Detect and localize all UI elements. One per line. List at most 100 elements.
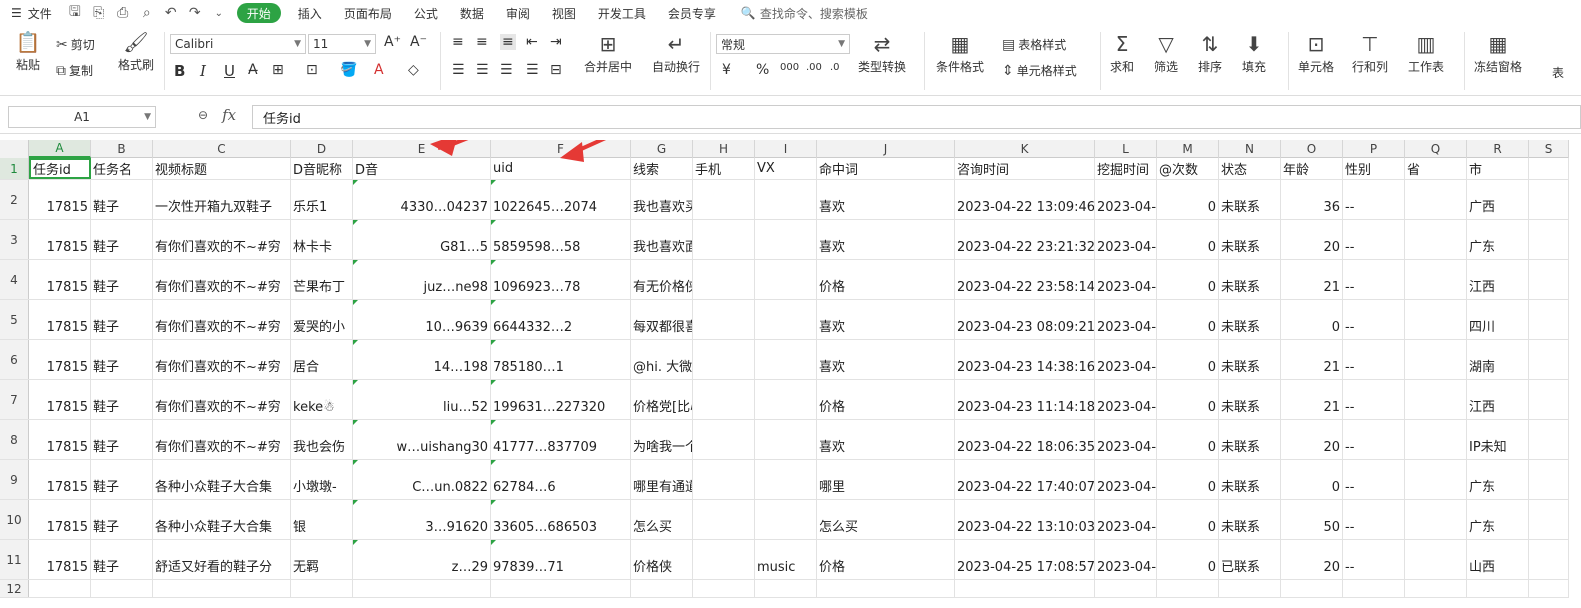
table-cell[interactable] [1405, 540, 1467, 579]
table-cell[interactable]: music [755, 540, 817, 579]
table-cell[interactable]: 17815 [29, 540, 91, 579]
table-cell[interactable]: 未联系 [1219, 220, 1281, 259]
table-cell[interactable] [1405, 300, 1467, 339]
merge-center-button[interactable]: ⊞ 合并居中 [584, 34, 632, 75]
table-cell[interactable]: juz…ne98 [353, 260, 491, 299]
table-cell[interactable]: 一次性开箱九双鞋子 [153, 180, 291, 219]
table-cell[interactable]: 2023-04-23 08:09:21 [955, 300, 1095, 339]
table-cell[interactable] [1529, 460, 1569, 499]
row-header[interactable]: 10 [0, 500, 29, 539]
table-cell[interactable] [693, 300, 755, 339]
table-cell[interactable] [1529, 580, 1569, 597]
header-cell[interactable]: 手机 [693, 158, 755, 179]
table-cell[interactable] [693, 500, 755, 539]
paste-button[interactable]: 📋 粘贴 [10, 32, 46, 73]
table-cell[interactable]: 41777…837709 [491, 420, 631, 459]
more-dropdown-icon[interactable]: ⌄ [207, 0, 231, 26]
table-cell[interactable]: 鞋子 [91, 220, 153, 259]
table-cell[interactable]: 广西 [1467, 180, 1529, 219]
redo-icon[interactable]: ↷ [183, 0, 207, 26]
header-cell[interactable]: 命中词 [817, 158, 955, 179]
table-cell[interactable] [1529, 260, 1569, 299]
table-cell[interactable]: 17815 [29, 220, 91, 259]
table-cell[interactable]: z…29 [353, 540, 491, 579]
table-cell[interactable] [755, 500, 817, 539]
table-cell[interactable]: 4330…04237 [353, 180, 491, 219]
column-header-E[interactable]: E [353, 140, 491, 158]
table-cell[interactable] [693, 460, 755, 499]
table-cell[interactable]: 有你们喜欢的不~#穷 [153, 260, 291, 299]
filter-button[interactable]: ▽ 筛选 [1154, 34, 1178, 75]
table-cell[interactable]: 价格 [817, 540, 955, 579]
table-cell[interactable]: 未联系 [1219, 420, 1281, 459]
table-cell[interactable]: 鞋子 [91, 380, 153, 419]
table-cell[interactable]: 芒果布丁 [291, 260, 353, 299]
table-cell[interactable]: 爱哭的小 [291, 300, 353, 339]
cell-button[interactable]: ⊡ 单元格 [1298, 34, 1334, 75]
table-cell[interactable]: 哪里有通道 [631, 460, 693, 499]
header-cell[interactable]: 咨询时间 [955, 158, 1095, 179]
select-all-corner[interactable] [0, 140, 29, 158]
table-cell[interactable]: 有无价格侠[猪头] [631, 260, 693, 299]
table-cell[interactable]: 怎么买 [817, 500, 955, 539]
table-cell[interactable] [693, 380, 755, 419]
table-cell[interactable] [153, 580, 291, 597]
table-cell[interactable] [755, 580, 817, 597]
table-cell[interactable]: 33605…686503 [491, 500, 631, 539]
align-center-icon[interactable]: ☰ [476, 62, 489, 78]
table-cell[interactable]: 价格党[比心] [631, 380, 693, 419]
header-cell[interactable]: uid [491, 158, 631, 179]
table-cell[interactable]: liu…52 [353, 380, 491, 419]
table-cell[interactable]: 0 [1157, 460, 1219, 499]
table-cell[interactable] [491, 580, 631, 597]
table-cell[interactable] [1529, 500, 1569, 539]
align-middle-icon[interactable]: ≡ [476, 34, 488, 50]
tab-4[interactable]: 数据 [449, 0, 495, 26]
font-name-select[interactable]: Calibri ▼ [170, 34, 306, 54]
table-cell[interactable]: -- [1343, 420, 1405, 459]
table-cell[interactable]: 喜欢 [817, 300, 955, 339]
table-cell[interactable] [1467, 580, 1529, 597]
percent-icon[interactable]: % [756, 62, 769, 78]
row-header[interactable]: 7 [0, 380, 29, 419]
table-cell[interactable]: 四川 [1467, 300, 1529, 339]
table-cell[interactable] [817, 580, 955, 597]
row-header[interactable]: 9 [0, 460, 29, 499]
tab-1[interactable]: 插入 [287, 0, 333, 26]
freeze-button[interactable]: ▦ 冻结窗格 [1474, 34, 1522, 75]
font-size-select[interactable]: 11 ▼ [308, 34, 376, 54]
row-header[interactable]: 3 [0, 220, 29, 259]
table-cell[interactable]: 鞋子 [91, 540, 153, 579]
italic-icon[interactable]: I [200, 62, 206, 80]
table-cell[interactable]: 0 [1157, 300, 1219, 339]
table-cell[interactable] [693, 340, 755, 379]
table-cell[interactable]: 广东 [1467, 500, 1529, 539]
table-cell[interactable]: 江西 [1467, 380, 1529, 419]
bold-icon[interactable]: B [174, 62, 185, 80]
header-cell[interactable]: D音昵称 [291, 158, 353, 179]
table-cell[interactable]: -- [1343, 220, 1405, 259]
table-cell[interactable]: 0 [1157, 380, 1219, 419]
align-top-icon[interactable]: ≡ [452, 34, 464, 50]
column-header-J[interactable]: J [817, 140, 955, 158]
table-cell[interactable]: 鞋子 [91, 420, 153, 459]
table-cell[interactable] [1529, 340, 1569, 379]
table-cell[interactable]: 喜欢 [817, 180, 955, 219]
increase-decimal-icon[interactable]: .00 [806, 62, 822, 73]
formula-input[interactable]: 任务id [252, 105, 1581, 129]
table-cell[interactable]: 林卡卡 [291, 220, 353, 259]
table-cell[interactable]: 2023-04-23 14:38:16 [955, 340, 1095, 379]
tab-7[interactable]: 开发工具 [587, 0, 657, 26]
table-cell[interactable]: -- [1343, 500, 1405, 539]
more-tools[interactable]: 表 [1552, 64, 1564, 81]
table-cell[interactable]: 喜欢 [817, 220, 955, 259]
table-cell[interactable]: 2023-04-23 11:14:18 [955, 380, 1095, 419]
distribute-icon[interactable]: ⊟ [550, 62, 562, 78]
table-cell[interactable]: 6644332…2 [491, 300, 631, 339]
fill-button[interactable]: ⬇ 填充 [1242, 34, 1266, 75]
table-cell[interactable]: 14…198 [353, 340, 491, 379]
table-cell[interactable]: 我也喜欢买鞋 [631, 180, 693, 219]
header-cell[interactable]: 省 [1405, 158, 1467, 179]
table-cell[interactable]: 2023-04-22 18:06:35 [955, 420, 1095, 459]
table-cell[interactable]: 未联系 [1219, 180, 1281, 219]
